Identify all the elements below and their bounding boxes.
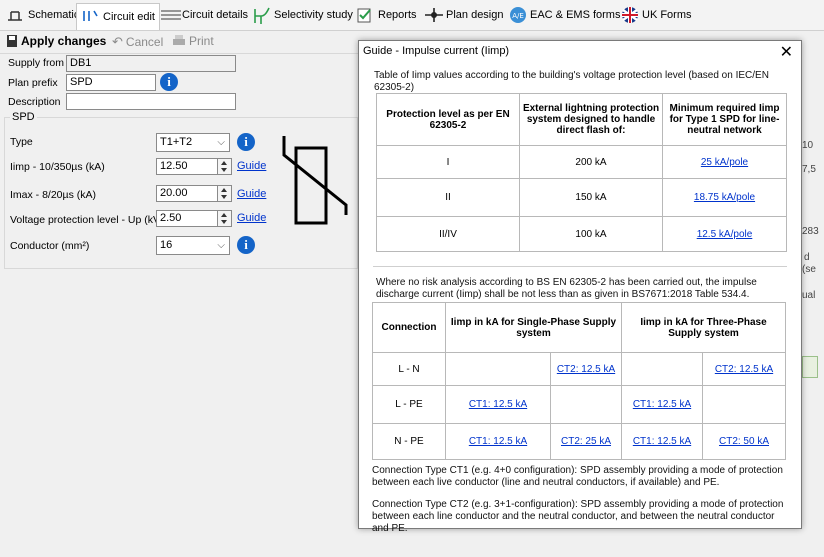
table-header: Connection [372, 302, 446, 353]
conductor-label: Conductor (mm²) [10, 240, 90, 252]
description-label: Description [8, 96, 61, 108]
table-header: Minimum required Iimp for Type 1 SPD for… [662, 93, 787, 146]
svg-text:A/E: A/E [512, 12, 524, 20]
plan-prefix-info-icon[interactable]: i [160, 73, 178, 91]
up-field[interactable]: 2.50 [156, 210, 218, 227]
imax-guide-link[interactable]: Guide [237, 188, 266, 200]
table-row: L - PE CT1: 12.5 kA CT1: 12.5 kA [372, 385, 786, 424]
supply-from-label: Supply from [8, 57, 65, 69]
circuit-details-icon [160, 6, 181, 24]
type-select[interactable]: T1+T2 ⌵ [156, 133, 230, 152]
table-header: External lightning protection system des… [519, 93, 663, 146]
iimp-guide-link[interactable]: Guide [237, 160, 266, 172]
print-button[interactable]: Print [172, 34, 214, 48]
tab-selectivity-study[interactable]: Selectivity study [252, 4, 353, 26]
iimp-value-link[interactable]: 12.5 kA/pole [697, 229, 753, 240]
bg-fragment-icon [802, 356, 818, 378]
eac-ems-icon: A/E [508, 6, 526, 24]
table-row: II 150 kA 18.75 kA/pole [376, 178, 787, 217]
supply-from-field[interactable]: DB1 [66, 55, 236, 72]
chevron-down-icon: ⌵ [217, 240, 225, 251]
bg-fragment: d [804, 252, 810, 263]
plan-prefix-label: Plan prefix [8, 77, 58, 89]
tab-uk-forms[interactable]: UK Forms [620, 4, 692, 26]
type-info-icon[interactable]: i [237, 133, 255, 151]
iimp-label: Iimp - 10/350µs (kA) [10, 161, 105, 173]
ribbon-tabbar: Schematic Circuit edit Circuit details S… [0, 0, 824, 31]
selectivity-icon [252, 6, 270, 24]
imax-label: Imax - 8/20µs (kA) [10, 189, 96, 201]
spd-symbol-icon [282, 136, 348, 225]
uk-flag-icon [620, 6, 638, 24]
bg-fragment: ual [802, 290, 816, 301]
dialog-intro: Table of Iimp values according to the bu… [374, 70, 769, 93]
table-header: Iimp in kA for Single-Phase Supply syste… [445, 302, 622, 353]
imax-field[interactable]: 20.00 [156, 185, 218, 202]
protection-level-table: Protection level as per EN 62305-2 Exter… [376, 93, 787, 252]
dialog-title: Guide - Impulse current (Iimp) [363, 45, 510, 57]
tab-schematic[interactable]: Schematic [6, 4, 79, 26]
table-header: Iimp in kA for Three-Phase Supply system [621, 302, 786, 353]
description-field[interactable] [66, 93, 236, 110]
save-icon [6, 34, 18, 48]
tab-eac-ems-forms[interactable]: A/E EAC & EMS forms [508, 4, 620, 26]
iimp-spinner[interactable] [218, 158, 232, 175]
plan-prefix-field[interactable]: SPD [66, 74, 156, 91]
up-guide-link[interactable]: Guide [237, 212, 266, 224]
table-row: L - N CT2: 12.5 kA CT2: 12.5 kA [372, 352, 786, 386]
conductor-select[interactable]: 16 ⌵ [156, 236, 230, 255]
bg-fragment: 283 [802, 226, 819, 237]
bg-fragment: (se [802, 264, 816, 275]
bg-fragment: 10 [802, 140, 814, 151]
tab-plan-design[interactable]: Plan design [424, 4, 504, 26]
table-row: II/IV 100 kA 12.5 kA/pole [376, 216, 787, 252]
risk-analysis-note: Where no risk analysis according to BS E… [376, 277, 757, 300]
tab-circuit-edit[interactable]: Circuit edit [76, 3, 160, 30]
action-bar: Apply changes ↶ Cancel Print [0, 31, 358, 54]
spd-group-label: SPD [10, 111, 37, 123]
table-row: N - PE CT1: 12.5 kA CT2: 25 kA CT1: 12.5… [372, 423, 786, 460]
undo-icon: ↶ [112, 34, 123, 49]
tab-circuit-details[interactable]: Circuit details [160, 4, 248, 26]
close-icon[interactable]: ✕ [780, 42, 793, 62]
connection-type-table: Connection Iimp in kA for Single-Phase S… [372, 302, 786, 460]
reports-icon [356, 6, 374, 24]
circuit-edit-icon [81, 8, 99, 26]
table-header: Protection level as per EN 62305-2 [376, 93, 520, 146]
chevron-down-icon: ⌵ [217, 137, 225, 148]
apply-changes-button[interactable]: Apply changes [6, 34, 106, 48]
ct1-description: Connection Type CT1 (e.g. 4+0 configurat… [372, 465, 783, 488]
iimp-field[interactable]: 12.50 [156, 158, 218, 175]
divider [373, 266, 787, 267]
guide-dialog: Guide - Impulse current (Iimp) ✕ Table o… [358, 40, 802, 534]
imax-spinner[interactable] [218, 185, 232, 202]
iimp-value-link[interactable]: 18.75 kA/pole [694, 192, 755, 203]
tab-reports[interactable]: Reports [356, 4, 417, 26]
plan-design-icon [424, 6, 443, 24]
printer-icon [172, 34, 186, 48]
type-label: Type [10, 136, 33, 148]
table-row: I 200 kA 25 kA/pole [376, 145, 787, 179]
conductor-info-icon[interactable]: i [237, 236, 255, 254]
schematic-icon [6, 6, 24, 24]
up-label: Voltage protection level - Up (kV) [10, 214, 164, 226]
ct2-description: Connection Type CT2 (e.g. 3+1-configurat… [372, 499, 784, 534]
up-spinner[interactable] [218, 210, 232, 227]
bg-fragment: 7,5 [802, 164, 816, 175]
iimp-value-link[interactable]: 25 kA/pole [701, 157, 748, 168]
cancel-button[interactable]: ↶ Cancel [112, 34, 163, 50]
